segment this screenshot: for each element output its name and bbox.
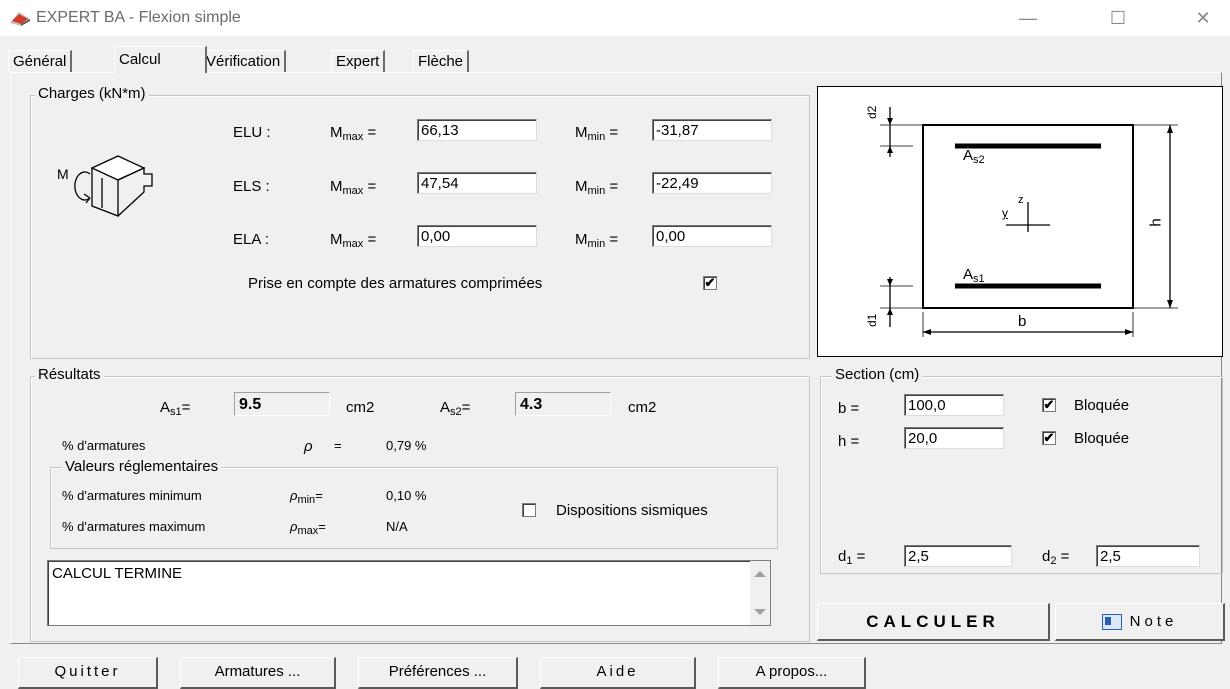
d2-input[interactable]: 2,5 [1096,545,1200,567]
as1-label: As1= [160,399,191,418]
valeurs-reglementaires-legend: Valeurs réglementaires [62,458,222,475]
message-text: CALCUL TERMINE [52,565,183,582]
rho-eq: = [334,438,342,453]
d1-label: d1 = [838,548,866,567]
b-dimension-label: b [1018,313,1027,330]
tab-calcul[interactable]: Calcul [114,46,207,73]
h-bloquee-label: Bloquée [1074,430,1130,447]
prise-en-compte-label: Prise en compte des armatures comprimées [248,275,543,292]
quitter-button[interactable]: Quitter [18,657,158,689]
mmin-label-els: Mmin = [575,178,619,197]
preferences-button[interactable]: Préférences ... [358,657,518,689]
section-legend: Section (cm) [832,366,923,383]
scroll-up-icon[interactable] [754,571,766,577]
rho-max-label: ρmax= [290,519,326,537]
svg-text:d2: d2 [865,105,879,119]
moment-cube-icon [74,155,153,217]
as2-unit: cm2 [628,399,657,416]
elu-mmax-input[interactable]: 66,13 [417,119,537,141]
rho-symbol: ρ [304,438,313,455]
pct-min-label: % d'armatures minimum [62,488,202,503]
apropos-button[interactable]: A propos... [718,657,866,689]
as2-label: As2= [440,399,471,418]
pct-max-value: N/A [386,519,408,534]
b-label: b = [838,400,860,417]
as1-value: 9.5 [234,392,330,416]
tab-general[interactable]: Général [8,50,73,73]
b-bloquee-label: Bloquée [1074,397,1130,414]
window-title: EXPERT BA - Flexion simple [36,9,241,26]
note-button[interactable]: Note [1055,603,1225,641]
h-input[interactable]: 20,0 [904,427,1004,449]
tab-fleche[interactable]: Flèche [413,50,470,73]
maximize-button[interactable]: ☐ [1095,0,1141,36]
mmax-label-els: Mmax = [330,178,377,197]
mmax-label-elu: Mmax = [330,124,377,143]
h-dimension-label: h [1147,218,1165,227]
pct-armatures-value: 0,79 % [386,438,427,453]
tab-expert[interactable]: Expert [331,50,386,73]
rho-min-label: ρmin= [290,488,323,506]
els-label: ELS : [233,178,270,195]
pct-max-label: % d'armatures maximum [62,519,206,534]
mmax-label-ela: Mmax = [330,231,377,250]
as1-diagram-label: As1 [963,266,985,285]
b-bloquee-checkbox[interactable]: ✔ [1042,398,1056,412]
scroll-down-icon[interactable] [754,609,766,615]
moment-letter: M [57,166,69,182]
elu-mmin-input[interactable]: -31,87 [652,119,772,141]
els-mmax-input[interactable]: 47,54 [417,172,537,194]
message-box[interactable]: CALCUL TERMINE [47,560,771,626]
h-bloquee-checkbox[interactable]: ✔ [1042,431,1056,445]
calculer-button[interactable]: CALCULER [817,603,1050,641]
y-axis-label: y [1002,206,1008,220]
d2-label: d2 = [1042,548,1070,567]
as2-diagram-label: As2 [963,147,985,166]
minimize-button[interactable]: — [1005,0,1051,36]
mmin-label-elu: Mmin = [575,124,619,143]
close-button[interactable]: ✕ [1180,0,1226,36]
note-doc-icon [1101,614,1122,631]
els-mmin-input[interactable]: -22,49 [652,172,772,194]
prise-en-compte-checkbox[interactable]: ✔ [703,276,717,290]
b-input[interactable]: 100,0 [904,394,1004,416]
svg-text:d1: d1 [865,313,879,327]
d1-input[interactable]: 2,5 [904,545,1012,567]
app-icon [10,12,30,26]
armatures-button[interactable]: Armatures ... [180,657,336,689]
elu-label: ELU : [233,124,271,141]
charges-legend: Charges (kN*m) [35,85,149,102]
dispositions-sismiques-label: Dispositions sismiques [556,502,708,519]
h-label: h = [838,433,860,450]
message-scrollbar[interactable] [750,561,770,625]
tab-verification[interactable]: Vérification [201,50,287,73]
as2-value: 4.3 [515,392,611,416]
pct-min-value: 0,10 % [386,488,427,503]
pct-armatures-label: % d'armatures [62,438,146,453]
ela-mmax-input[interactable]: 0,00 [417,225,537,247]
z-axis-label: z [1018,194,1024,206]
dispositions-sismiques-checkbox[interactable] [522,503,536,517]
mmin-label-ela: Mmin = [575,231,619,250]
aide-button[interactable]: Aide [540,657,696,689]
ela-label: ELA : [233,231,269,248]
resultats-legend: Résultats [35,366,104,383]
as1-unit: cm2 [346,399,375,416]
ela-mmin-input[interactable]: 0,00 [652,225,772,247]
